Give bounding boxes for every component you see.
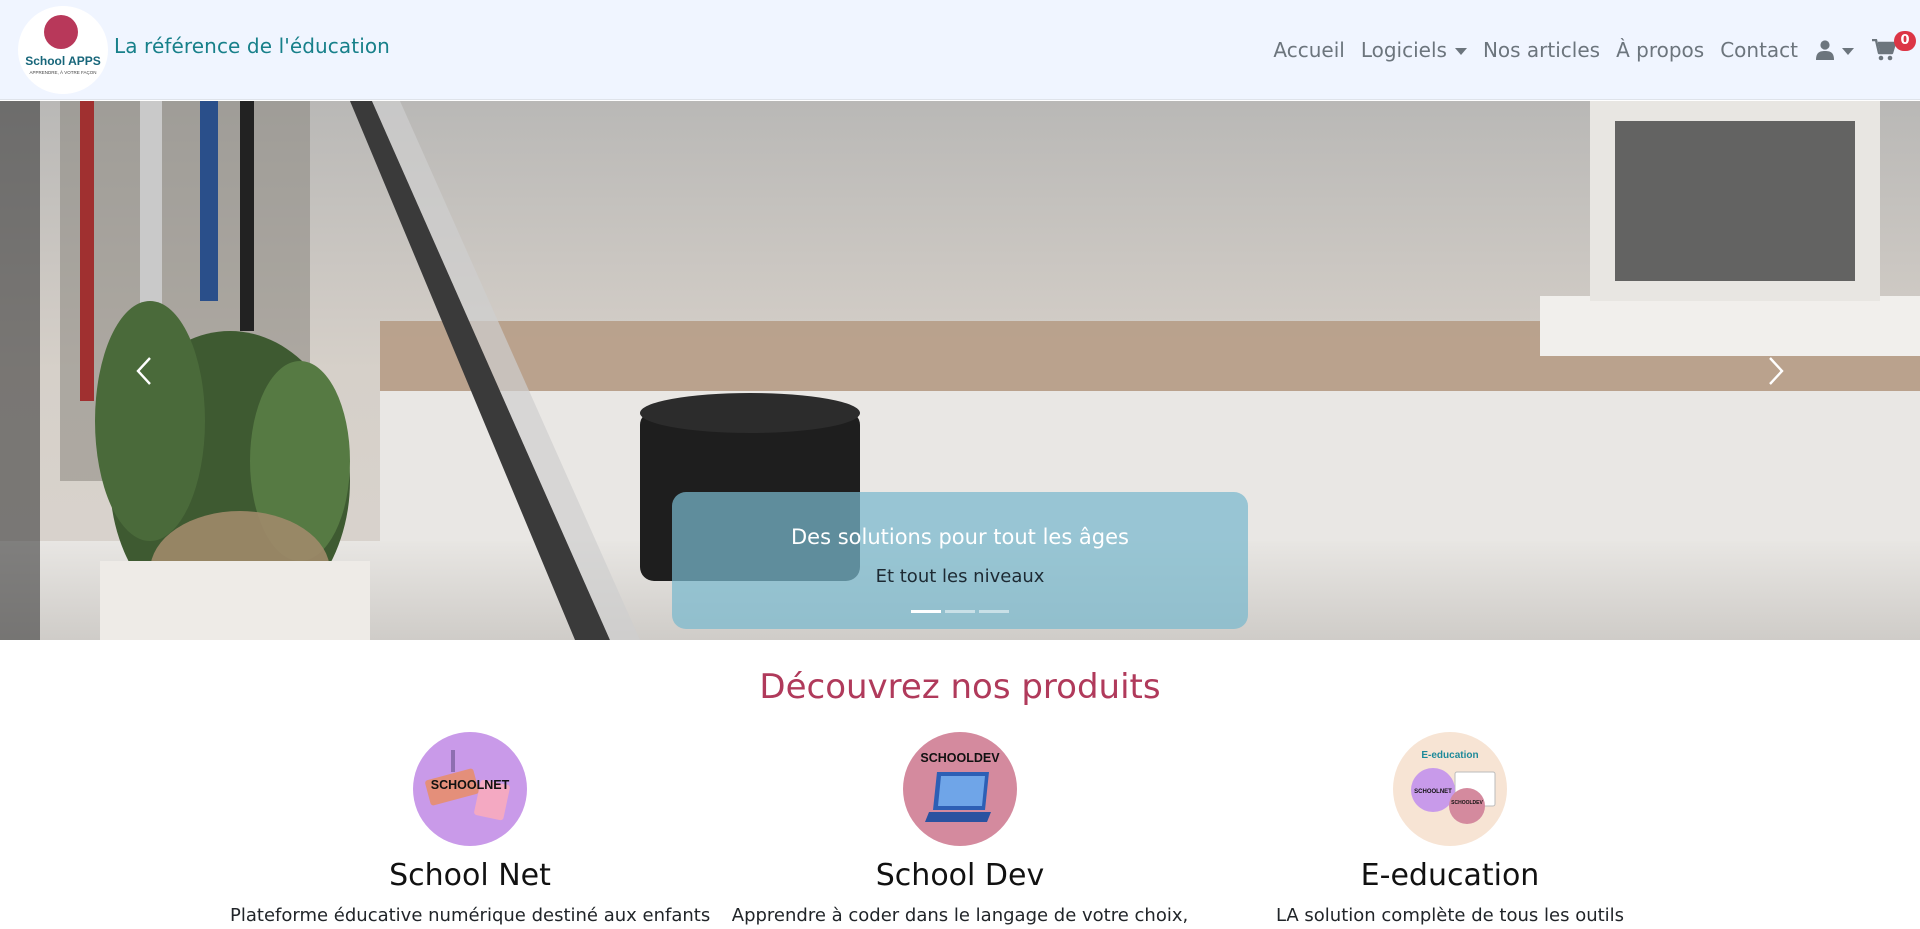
chevron-down-icon xyxy=(1454,47,1467,55)
cart-button[interactable]: 0 xyxy=(1872,31,1916,61)
svg-text:SCHOOLDEV: SCHOOLDEV xyxy=(1451,800,1483,806)
shopping-cart-icon xyxy=(1872,39,1896,61)
carousel-prev-button[interactable] xyxy=(124,351,164,391)
nav-software-dropdown[interactable]: Logiciels xyxy=(1361,38,1467,62)
carousel-indicators xyxy=(672,610,1248,613)
caption-title: Des solutions pour tout les âges xyxy=(790,525,1129,549)
school-net-product-image[interactable]: SCHOOLNET xyxy=(413,732,527,846)
nav-about[interactable]: À propos xyxy=(1616,38,1704,62)
carousel-caption: Des solutions pour tout les âges Et tout… xyxy=(672,492,1248,629)
cart-count-badge: 0 xyxy=(1894,31,1916,51)
nav-home[interactable]: Accueil xyxy=(1273,38,1344,62)
product-name: School Net xyxy=(389,858,551,893)
user-icon xyxy=(1816,40,1834,60)
carousel-next-button[interactable] xyxy=(1756,351,1796,391)
hero-carousel: Des solutions pour tout les âges Et tout… xyxy=(0,101,1920,640)
nav-contact[interactable]: Contact xyxy=(1720,38,1798,62)
chevron-left-icon xyxy=(136,357,151,385)
products-section-title: Découvrez nos produits xyxy=(759,667,1161,707)
school-dev-icon-label: SCHOOLDEV xyxy=(920,751,1000,765)
school-apps-logo[interactable]: School APPS APPRENDRE, À VOTRE FAÇON xyxy=(18,6,108,94)
main-nav: Accueil Logiciels Nos articles À propos … xyxy=(1257,31,1916,64)
product-name: School Dev xyxy=(875,858,1045,893)
product-name: E-education xyxy=(1360,858,1540,893)
svg-text:APPRENDRE, À VOTRE FAÇON: APPRENDRE, À VOTRE FAÇON xyxy=(29,69,96,75)
brand-tagline[interactable]: La référence de l'éducation xyxy=(114,34,390,58)
caption-text: Et tout les niveaux xyxy=(875,566,1045,587)
school-net-icon-label: SCHOOLNET xyxy=(431,778,510,792)
product-description: LA solution complète de tous les outils xyxy=(1275,905,1625,926)
e-education-product-image[interactable]: E-education SCHOOLNET SCHOOLDEV xyxy=(1393,732,1507,846)
school-dev-product-image[interactable]: SCHOOLDEV xyxy=(903,732,1017,846)
user-menu-dropdown[interactable] xyxy=(1816,40,1854,60)
carousel-indicator-3[interactable] xyxy=(979,610,1009,613)
product-card-school-net[interactable]: SCHOOLNET School Net Plateforme éducativ… xyxy=(230,732,710,926)
carousel-indicator-1[interactable] xyxy=(911,610,941,613)
navbar: School APPS APPRENDRE, À VOTRE FAÇON La … xyxy=(0,0,1920,100)
nav-software-label: Logiciels xyxy=(1360,38,1447,62)
nav-articles[interactable]: Nos articles xyxy=(1483,38,1600,62)
svg-text:SCHOOLNET: SCHOOLNET xyxy=(1414,789,1452,795)
product-description: Plateforme éducative numérique destiné a… xyxy=(230,905,711,926)
product-card-school-dev[interactable]: SCHOOLDEV School Dev Apprendre à coder d… xyxy=(720,732,1200,926)
e-education-icon-label: E-education xyxy=(1421,750,1478,761)
carousel-indicator-2[interactable] xyxy=(945,610,975,613)
chevron-down-icon xyxy=(1842,47,1854,55)
product-card-e-education[interactable]: E-education SCHOOLNET SCHOOLDEV E-educat… xyxy=(1210,732,1690,926)
chevron-right-icon xyxy=(1769,357,1784,385)
svg-text:School APPS: School APPS xyxy=(25,54,101,68)
product-description: Apprendre à coder dans le langage de vot… xyxy=(731,905,1189,926)
